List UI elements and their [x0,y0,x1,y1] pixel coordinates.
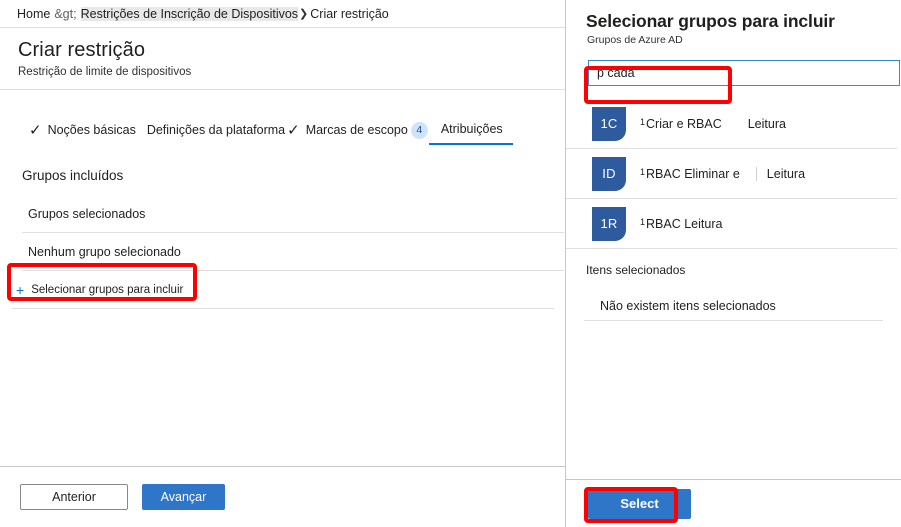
list-item-name: Criar e RBAC [646,116,722,131]
avatar: 1C [592,106,626,141]
plus-icon: + [16,281,25,298]
create-restriction-blade: Home &gt; Restrições de Inscrição de Dis… [0,0,566,527]
search-container [588,60,900,86]
avatar: 1R [592,206,626,241]
select-button[interactable]: Select [588,488,691,519]
scope-tags-count-badge: 4 [410,121,428,139]
select-groups-to-include-label: Selecionar grupos para incluir [31,283,184,296]
list-item-superscript: 1 [640,216,646,227]
avatar: ID [592,156,626,191]
check-icon: ✓ [29,121,42,139]
list-item-text: 1 RBAC Leitura [640,217,722,231]
list-item-superscript: 1 [640,116,646,127]
tab-label: Noções básicas [47,123,136,137]
list-item-text: 1 Criar e RBAC Leitura [640,117,786,131]
tab-definicoes-da-plataforma[interactable]: Definições da plataforma [146,115,286,145]
list-item-text: 1 RBAC Eliminar e Leitura [640,166,805,181]
list-item-superscript: 1 [640,166,646,177]
selected-groups-column-header: Grupos selecionados [22,195,564,233]
included-groups-title: Grupos incluídos [22,168,124,183]
selected-items-title: Itens selecionados [586,263,686,277]
previous-button[interactable]: Anterior [20,484,128,510]
page-header: Criar restrição Restrição de limite de d… [0,28,565,90]
wizard-tabs: ✓ Noções básicas Definições da plataform… [0,106,565,146]
select-groups-to-include-link[interactable]: + Selecionar grupos para incluir [12,271,554,309]
tab-label: Marcas de escopo [305,123,408,137]
check-icon: ✓ [287,121,300,139]
breadcrumb: Home &gt; Restrições de Inscrição de Dis… [0,0,565,28]
breadcrumb-current: Criar restrição [310,6,389,21]
tab-label: Definições da plataforma [146,123,286,137]
wizard-footer: Anterior Avançar [0,466,565,527]
tab-atribuicoes[interactable]: Atribuições [428,114,513,145]
breadcrumb-home[interactable]: Home [17,7,50,21]
list-item[interactable]: 1C 1 Criar e RBAC Leitura [566,99,897,149]
list-item-secondary: Leitura [747,116,786,131]
tab-nocoes-basicas[interactable]: ✓ Noções básicas [28,115,137,145]
list-item[interactable]: ID 1 RBAC Eliminar e Leitura [566,149,897,199]
list-item[interactable]: 1R 1 RBAC Leitura [566,199,897,249]
page-subtitle: Restrição de limite de dispositivos [18,66,192,78]
select-groups-panel: Selecionar grupos para incluir Grupos de… [566,0,901,527]
next-button[interactable]: Avançar [142,484,225,510]
selected-items-empty: Não existem itens selecionados [584,291,883,321]
page-title: Criar restrição [18,39,146,61]
panel-footer: Select [566,479,901,527]
breadcrumb-section[interactable]: Restrições de Inscrição de Dispositivos [80,6,299,21]
group-results-list: 1C 1 Criar e RBAC Leitura ID 1 RBAC Elim… [566,99,901,249]
panel-title: Selecionar grupos para incluir [586,11,835,31]
panel-subtitle: Grupos de Azure AD [587,34,683,46]
list-item-secondary: Leitura [755,166,805,181]
app-root: Home &gt; Restrições de Inscrição de Dis… [0,0,901,527]
list-item-name: RBAC Leitura [646,216,723,231]
list-item-name: RBAC Eliminar e [646,166,740,181]
no-groups-selected-row: Nenhum grupo selecionado [22,233,564,271]
search-input[interactable] [588,60,900,86]
chevron-right-icon: ❯ [299,8,309,20]
tab-marcas-de-escopo[interactable]: ✓ Marcas de escopo 4 [286,115,429,145]
tab-label: Atribuições [440,121,503,136]
breadcrumb-entity-escape: &gt; [54,6,77,21]
